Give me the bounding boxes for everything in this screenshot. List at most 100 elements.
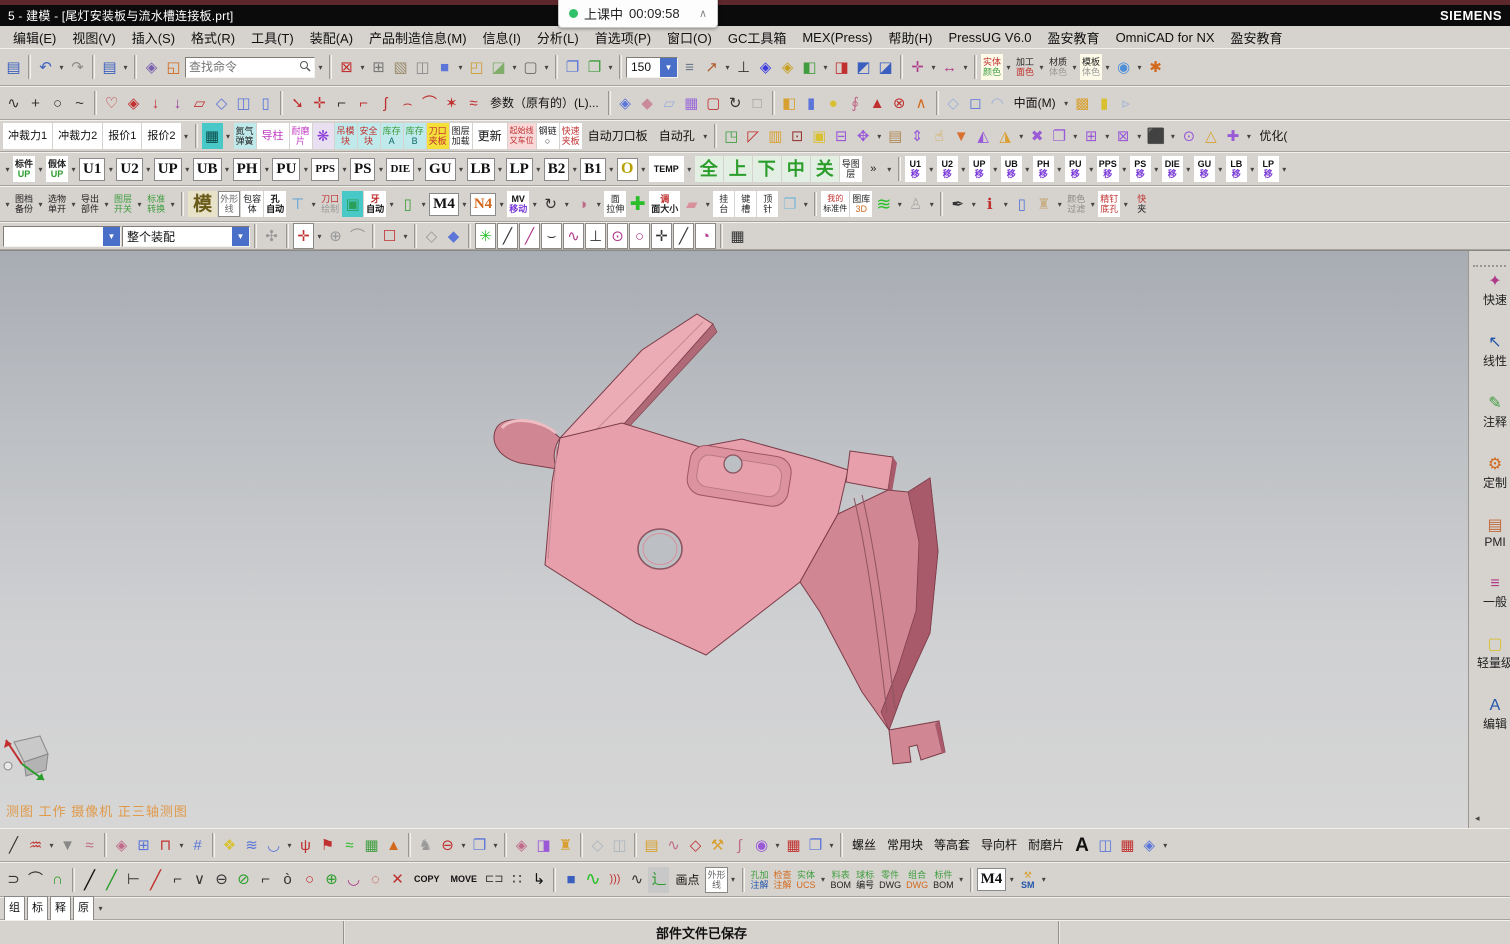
dropdown-arrow[interactable]: ▾	[301, 165, 310, 174]
wireframe-object-icon[interactable]: ◇	[421, 223, 442, 249]
type-filter-select-dropdown-arrow[interactable]: ▼	[103, 226, 120, 246]
dropdown-arrow[interactable]: ▾	[3, 165, 12, 174]
dropdown-arrow[interactable]: ▾	[144, 165, 153, 174]
menu-item[interactable]: 工具(T)	[244, 26, 301, 49]
trim-curve-icon[interactable]: ➘	[287, 90, 308, 116]
dropdown-arrow[interactable]: ▾	[1121, 200, 1130, 209]
dropdown-arrow[interactable]: ▾	[1088, 200, 1097, 209]
emboss-icon[interactable]: ∧	[911, 90, 932, 116]
dropdown-arrow[interactable]: ▾	[69, 165, 78, 174]
open-book-icon[interactable]: ❐	[805, 832, 826, 858]
dropdown-arrow[interactable]: ▾	[121, 63, 130, 72]
auto-hole-button[interactable]: 自动孔	[654, 123, 700, 149]
dropdown-arrow[interactable]: ▾	[457, 165, 466, 174]
die-tool-icon[interactable]: ⊟	[831, 123, 852, 149]
dropdown-arrow[interactable]: ▾	[168, 200, 177, 209]
green-plus-icon[interactable]: ✚	[627, 191, 648, 217]
red-diamond-frame-icon[interactable]: ◇	[685, 832, 706, 858]
cone-icon[interactable]: ▲	[867, 90, 888, 116]
layer-b1-button[interactable]: B1	[580, 157, 606, 181]
layer-ph-button[interactable]: PH	[232, 157, 262, 181]
collapse-chevron-icon[interactable]: ∧	[699, 7, 707, 20]
dropdown-arrow[interactable]: ▾	[1152, 165, 1161, 174]
my-standard-parts-button[interactable]: 我的 标准件	[821, 191, 850, 217]
corner-circle-2-icon[interactable]: ⌐	[255, 867, 276, 893]
dropdown-arrow[interactable]: ▾	[729, 875, 738, 884]
dropdown-arrow[interactable]: ▾	[1244, 132, 1253, 141]
point-plus-icon[interactable]: +	[25, 90, 46, 116]
dropdown-arrow[interactable]: ▾	[821, 63, 830, 72]
dropdown-arrow[interactable]: ▾	[456, 63, 465, 72]
snap-ellipse-toggle-icon[interactable]: ○	[629, 223, 650, 249]
dropdown-arrow[interactable]: ▾	[510, 63, 519, 72]
menu-item[interactable]: GC工具箱	[721, 26, 794, 49]
part-bottom-tab[interactable]	[888, 720, 946, 765]
graphics-viewport[interactable]: 测图 工作 摄像机 正三轴测图 ✦ 快速 ↖ 线性 ✎ 注释 ⚙ 定制 ▤ PMI ≡ 一般 ▢ 轻量级 A…	[0, 250, 1510, 828]
m4-button[interactable]: M4	[429, 192, 459, 216]
dropdown-arrow[interactable]: ▾	[459, 841, 468, 850]
part-right-top-tab[interactable]	[845, 450, 897, 492]
dummy-body-up-button[interactable]: 假体 UP	[46, 156, 69, 182]
view-pair-icon[interactable]: ◩	[853, 54, 874, 80]
command-finder-input[interactable]	[189, 60, 299, 74]
cone-draft-icon[interactable]: ▲	[383, 832, 404, 858]
thin-sheet-icon[interactable]: ▹	[1116, 90, 1137, 116]
spring-icon[interactable]: ≋	[873, 191, 894, 217]
slab-body-icon[interactable]: ▮	[1094, 90, 1115, 116]
arc-tool-icon[interactable]: ⌒	[25, 867, 46, 893]
lb-move-button[interactable]: LB 移	[1225, 156, 1247, 182]
common-block-button[interactable]: 常用块	[882, 832, 928, 858]
update-button[interactable]: 更新	[472, 123, 507, 149]
start-line-button[interactable]: 起始线 又车位	[507, 123, 536, 149]
die-tool-icon[interactable]: ⊞	[1081, 123, 1102, 149]
intersect-curve-icon[interactable]: ◇	[211, 90, 232, 116]
export-book-icon[interactable]: ❐	[562, 54, 583, 80]
die-tool-icon[interactable]: ⇕	[907, 123, 928, 149]
dropdown-arrow[interactable]: ▾	[1248, 165, 1257, 174]
snap-quadrant-toggle-icon[interactable]: ◔	[695, 223, 716, 249]
menu-item[interactable]: 信息(I)	[476, 26, 528, 49]
dropdown-arrow[interactable]: ▾	[701, 132, 710, 141]
standard-bom-button[interactable]: 标件 BOM	[931, 867, 956, 893]
layer-ps-button[interactable]: PS	[349, 157, 376, 181]
blue-block-icon[interactable]: ◫	[1095, 832, 1116, 858]
part-left-curl[interactable]	[493, 419, 561, 470]
circle-link-icon[interactable]: ⊘	[233, 867, 254, 893]
type-filter-select[interactable]: ▼	[3, 225, 121, 247]
cylinder-icon[interactable]: ▮	[801, 90, 822, 116]
dropdown-arrow[interactable]: ▾	[607, 165, 616, 174]
advance-icon[interactable]: 辶	[648, 866, 670, 893]
lifter-block-button[interactable]: 吊模块	[334, 123, 357, 149]
dropdown-arrow[interactable]: ▾	[542, 63, 551, 72]
dropdown-arrow[interactable]: ▾	[1103, 132, 1112, 141]
safety-block-button[interactable]: 安全块	[357, 123, 380, 149]
spline-icon[interactable]: ~	[69, 90, 90, 116]
scale-select-dropdown-arrow[interactable]: ▼	[660, 57, 677, 77]
doc-backup-button[interactable]: 图档 备份	[13, 191, 35, 217]
dropdown-arrow[interactable]: ▾	[723, 63, 732, 72]
die-tool-icon[interactable]: ⬛	[1145, 123, 1168, 149]
arc-arrow-icon[interactable]: ◡	[343, 867, 364, 893]
bridge-curve-icon[interactable]: ⌒	[419, 90, 440, 116]
die-tool-icon[interactable]: ✚	[1222, 123, 1243, 149]
dropdown-arrow[interactable]: ▾	[1039, 875, 1048, 884]
text-tool-button[interactable]: A	[1070, 832, 1094, 858]
menu-item[interactable]: 首选项(P)	[588, 26, 658, 49]
dropdown-arrow[interactable]: ▾	[102, 200, 111, 209]
stock-b-button[interactable]: 库存 B	[403, 123, 426, 149]
update-display-icon[interactable]: ◱	[163, 54, 184, 80]
lp-move-button[interactable]: LP 移	[1257, 156, 1279, 182]
pale-diamond-icon[interactable]: ◇	[587, 832, 608, 858]
dropdown-arrow[interactable]: ▾	[1216, 165, 1225, 174]
snap-arc-toggle-icon[interactable]: ⌣	[541, 223, 562, 249]
quick-clamp-plate-button[interactable]: 快速 夹板	[559, 123, 582, 149]
gu-move-button[interactable]: GU 移	[1193, 156, 1215, 182]
arch-green-icon[interactable]: ∩	[47, 867, 68, 893]
seat-block-icon[interactable]: ♜	[555, 832, 576, 858]
u1-move-button[interactable]: U1 移	[904, 156, 926, 182]
menu-item[interactable]: 窗口(O)	[660, 26, 719, 49]
dock-item-定制[interactable]: ⚙ 定制	[1471, 456, 1510, 491]
project-curve-alt-icon[interactable]: ↓	[167, 90, 188, 116]
layer-lp-button[interactable]: LP	[505, 157, 533, 181]
snap-freehand-icon[interactable]: ⌒	[347, 223, 368, 249]
